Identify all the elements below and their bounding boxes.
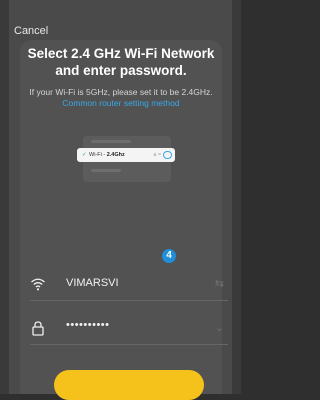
info-icon [163,151,172,159]
illustration-right-glyphs: a ≈ [153,152,161,158]
password-value: •••••••••• [66,319,110,331]
illustration-ssid-band: 2.4Ghz [106,152,125,158]
illustration-ssid-prefix: Wi-Fi - [89,152,107,158]
illustration-line [91,140,131,143]
divider [30,344,228,345]
wifi-network-name: VIMARSVI [66,277,119,289]
lock-icon [30,320,46,336]
wifi-icon [30,276,46,292]
step-badge: 4 [162,249,176,263]
password-field[interactable]: •••••••••• ⌄ [30,318,226,340]
check-icon: ✓ [82,152,87,158]
illustration-ssid: Wi-Fi - 2.4Ghz [89,148,125,162]
wifi-illustration: ✓ Wi-Fi - 2.4Ghz a ≈ [77,136,177,186]
next-button[interactable] [54,370,204,400]
cancel-button[interactable]: Cancel [14,25,48,37]
router-setting-link[interactable]: Common router setting method [62,98,179,108]
subtitle: If your Wi-Fi is 5GHz, please set it to … [22,87,220,109]
illustration-wifi-row: ✓ Wi-Fi - 2.4Ghz a ≈ [77,148,175,162]
chevron-down-icon[interactable]: ⌄ [215,321,224,334]
right-edge [232,0,241,394]
page-title: Select 2.4 GHz Wi-Fi Network and enter p… [27,46,215,78]
wifi-network-field[interactable]: VIMARSVI ⇆ [30,274,226,296]
subtitle-text: If your Wi-Fi is 5GHz, please set it to … [29,87,213,97]
divider [30,300,228,301]
left-edge [0,0,9,394]
switch-arrows-icon[interactable]: ⇆ [215,277,224,290]
illustration-line [91,169,121,172]
